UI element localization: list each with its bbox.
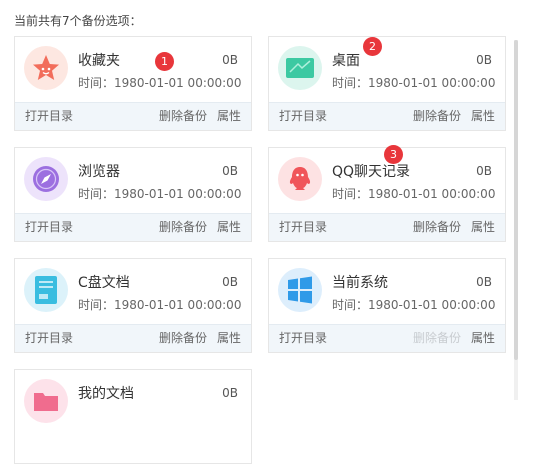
windows-icon xyxy=(278,268,322,312)
backup-size: 0B xyxy=(222,53,238,67)
delete-backup-link[interactable]: 删除备份 xyxy=(159,325,207,352)
backup-size: 0B xyxy=(222,164,238,178)
properties-link[interactable]: 属性 xyxy=(217,103,241,130)
backup-time: 时间：1980-01-01 00:00:00 xyxy=(332,298,496,312)
properties-link[interactable]: 属性 xyxy=(471,103,495,130)
properties-link[interactable]: 属性 xyxy=(471,325,495,352)
open-directory-link[interactable]: 打开目录 xyxy=(279,103,327,130)
backup-card-current-system: 当前系统 0B 时间：1980-01-01 00:00:00 打开目录 删除备份… xyxy=(268,258,506,353)
badge-3: 3 xyxy=(384,145,403,164)
backup-grid: 收藏夹 0B 时间：1980-01-01 00:00:00 打开目录 删除备份 … xyxy=(14,36,506,464)
backup-card-browser: 浏览器 0B 时间：1980-01-01 00:00:00 打开目录 删除备份 … xyxy=(14,147,252,242)
open-directory-link[interactable]: 打开目录 xyxy=(25,214,73,241)
backup-name: 桌面 xyxy=(332,53,360,69)
desktop-icon xyxy=(278,46,322,90)
backup-time: 时间：1980-01-01 00:00:00 xyxy=(332,76,496,90)
backup-time: 时间：1980-01-01 00:00:00 xyxy=(78,298,242,312)
folder-icon xyxy=(24,379,68,423)
delete-backup-link: 删除备份 xyxy=(412,331,461,345)
backup-name: 收藏夹 xyxy=(78,53,120,69)
backup-size: 0B xyxy=(476,275,492,289)
backup-name: 我的文档 xyxy=(78,386,134,402)
backup-time: 时间：1980-01-01 00:00:00 xyxy=(78,76,242,90)
properties-link[interactable]: 属性 xyxy=(471,214,495,241)
open-directory-link[interactable]: 打开目录 xyxy=(279,325,327,352)
backup-count-label: 当前共有7个备份选项： xyxy=(14,14,142,28)
delete-backup-link[interactable]: 删除备份 xyxy=(159,103,207,130)
delete-backup-link[interactable]: 删除备份 xyxy=(159,214,207,241)
open-directory-link[interactable]: 打开目录 xyxy=(25,103,73,130)
scrollbar-thumb[interactable] xyxy=(514,40,518,360)
badge-2: 2 xyxy=(363,37,382,56)
backup-name: QQ聊天记录 xyxy=(332,164,411,180)
backup-size: 0B xyxy=(476,164,492,178)
backup-name: 浏览器 xyxy=(78,164,120,180)
backup-card-c-drive-docs: C盘文档 0B 时间：1980-01-01 00:00:00 打开目录 删除备份… xyxy=(14,258,252,353)
backup-name: 当前系统 xyxy=(332,275,388,291)
qq-icon xyxy=(278,157,322,201)
open-directory-link[interactable]: 打开目录 xyxy=(25,325,73,352)
delete-backup-link[interactable]: 删除备份 xyxy=(413,103,461,130)
open-directory-link[interactable]: 打开目录 xyxy=(279,214,327,241)
document-icon xyxy=(24,268,68,312)
properties-link[interactable]: 属性 xyxy=(217,214,241,241)
backup-size: 0B xyxy=(476,53,492,67)
backup-card-desktop: 桌面 0B 时间：1980-01-01 00:00:00 打开目录 删除备份 属… xyxy=(268,36,506,131)
star-icon xyxy=(24,46,68,90)
delete-backup-link[interactable]: 删除备份 xyxy=(413,214,461,241)
backup-name: C盘文档 xyxy=(78,275,130,291)
backup-size: 0B xyxy=(222,386,238,400)
backup-card-favorites: 收藏夹 0B 时间：1980-01-01 00:00:00 打开目录 删除备份 … xyxy=(14,36,252,131)
compass-icon xyxy=(24,157,68,201)
badge-1: 1 xyxy=(155,52,174,71)
backup-size: 0B xyxy=(222,275,238,289)
backup-card-my-documents: 我的文档 0B xyxy=(14,369,252,464)
properties-link[interactable]: 属性 xyxy=(217,325,241,352)
backup-time: 时间：1980-01-01 00:00:00 xyxy=(332,187,496,201)
backup-time: 时间：1980-01-01 00:00:00 xyxy=(78,187,242,201)
